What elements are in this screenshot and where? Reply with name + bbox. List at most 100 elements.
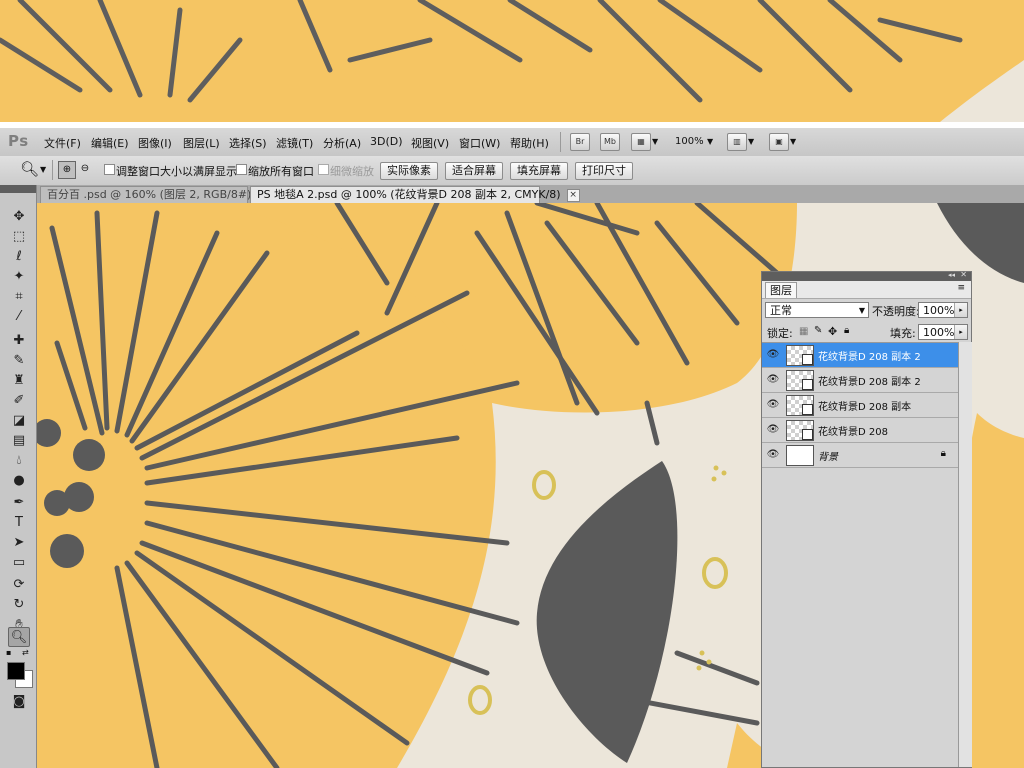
lock-pixels-icon[interactable]: ✎ xyxy=(814,325,822,336)
quick-mask-icon[interactable]: ◙ xyxy=(8,692,30,712)
layer-name: 背景 xyxy=(818,452,838,463)
layer-thumbnail xyxy=(786,370,814,391)
resize-windows-checkbox[interactable] xyxy=(104,164,115,175)
eye-icon[interactable]: 👁︎ xyxy=(766,398,780,412)
chevron-down-icon[interactable]: ▼ xyxy=(707,137,713,146)
chevron-down-icon[interactable]: ▼ xyxy=(652,137,658,146)
view-extras-icon[interactable]: ▦ xyxy=(631,133,651,151)
tab-document-2[interactable]: PS 地毯A 2.psd @ 100% (花纹背景D 208 副本 2, CMY… xyxy=(250,186,580,203)
fill-screen-button[interactable]: 填充屏幕 xyxy=(510,162,568,180)
layer-row-background[interactable]: 👁︎ 背景 🔒︎ xyxy=(762,443,958,468)
history-brush-tool-icon[interactable]: ✐ xyxy=(8,391,30,411)
layer-thumbnail xyxy=(786,420,814,441)
chevron-right-icon[interactable]: ▸ xyxy=(954,303,967,317)
actual-pixels-button[interactable]: 实际像素 xyxy=(380,162,438,180)
print-size-button[interactable]: 打印尺寸 xyxy=(575,162,633,180)
gradient-tool-icon[interactable]: ▤ xyxy=(8,431,30,451)
collapse-icon[interactable]: ◂◂ xyxy=(948,271,955,279)
layer-row[interactable]: 👁︎ 花纹背景D 208 副本 xyxy=(762,393,958,418)
lock-transparency-icon[interactable]: ▦ xyxy=(799,326,808,337)
blur-tool-icon[interactable]: 💧︎ xyxy=(8,451,30,471)
quick-selection-tool-icon[interactable]: ✦ xyxy=(8,267,30,287)
bridge-button[interactable]: Br xyxy=(570,133,590,151)
healing-brush-tool-icon[interactable]: ✚ xyxy=(8,331,30,351)
zoom-out-icon[interactable]: ⊖ xyxy=(77,161,93,177)
zoom-all-windows-checkbox[interactable] xyxy=(236,164,247,175)
resize-windows-label: 调整窗口大小以满屏显示 xyxy=(116,165,237,178)
menu-window[interactable]: 窗口(W) xyxy=(459,135,500,151)
opacity-label: 不透明度: xyxy=(872,305,920,318)
zoom-in-icon[interactable]: ⊕ xyxy=(58,161,76,179)
zoom-tool-icon[interactable]: 🔍︎ xyxy=(8,627,30,647)
mini-bridge-button[interactable]: Mb xyxy=(600,133,620,151)
path-selection-tool-icon[interactable]: ➤ xyxy=(8,533,30,553)
default-colors-icon[interactable]: ▪ xyxy=(6,648,11,657)
tab-document-1[interactable]: 百分百 .psd @ 160% (图层 2, RGB/8#) *× xyxy=(40,186,280,203)
layer-row[interactable]: 👁︎ 花纹背景D 208 副本 2 xyxy=(762,368,958,393)
crop-tool-icon[interactable]: ⌗ xyxy=(8,287,30,307)
menu-layer[interactable]: 图层(L) xyxy=(183,135,220,151)
layer-row[interactable]: 👁︎ 花纹背景D 208 副本 2 xyxy=(762,343,958,368)
menu-edit[interactable]: 编辑(E) xyxy=(91,135,129,151)
tab-label: PS 地毯A 2.psd @ 100% (花纹背景D 208 副本 2, CMY… xyxy=(257,188,561,201)
3d-orbit-tool-icon[interactable]: ↻ xyxy=(8,595,30,615)
menu-analysis[interactable]: 分析(A) xyxy=(323,135,361,151)
layers-panel: ◂◂ ✕ 图层 ≡ 正常 ▼ 不透明度: 100% ▸ 锁定: ▦ ✎ ✥ 🔒︎… xyxy=(761,270,972,768)
tools-panel-grip[interactable] xyxy=(0,185,36,193)
pen-tool-icon[interactable]: ✒ xyxy=(8,493,30,513)
close-icon[interactable]: ✕ xyxy=(960,270,967,279)
panel-menu-icon[interactable]: ≡ xyxy=(957,283,965,293)
tools-panel: ✥ ⬚ ℓ ✦ ⌗ ⁄ ✚ ✎ ♜ ✐ ◪ ▤ 💧︎ ● ✒ T ➤ ▭ ⟳ ↻… xyxy=(0,185,37,768)
close-icon[interactable]: × xyxy=(566,188,580,202)
brush-tool-icon[interactable]: ✎ xyxy=(8,351,30,371)
document-tab-bar: 百分百 .psd @ 160% (图层 2, RGB/8#) *× PS 地毯A… xyxy=(36,185,1024,204)
dodge-tool-icon[interactable]: ● xyxy=(8,471,30,491)
layers-scrollbar[interactable] xyxy=(958,342,972,767)
menu-image[interactable]: 图像(I) xyxy=(138,135,172,151)
fill-input[interactable]: 100% ▸ xyxy=(918,324,968,340)
fill-value: 100% xyxy=(923,326,955,339)
tab-layers[interactable]: 图层 xyxy=(765,282,797,298)
chevron-down-icon[interactable]: ▼ xyxy=(40,165,46,174)
menu-file[interactable]: 文件(F) xyxy=(44,135,81,151)
menu-help[interactable]: 帮助(H) xyxy=(510,135,549,151)
layer-row[interactable]: 👁︎ 花纹背景D 208 xyxy=(762,418,958,443)
zoom-tool-preset-icon[interactable]: 🔍︎ xyxy=(20,160,39,178)
eye-icon[interactable]: 👁︎ xyxy=(766,423,780,437)
eyedropper-tool-icon[interactable]: ⁄ xyxy=(8,307,30,327)
menu-filter[interactable]: 滤镜(T) xyxy=(276,135,313,151)
menu-view[interactable]: 视图(V) xyxy=(411,135,449,151)
lock-all-icon[interactable]: 🔒︎ xyxy=(844,325,849,336)
screen-mode-icon[interactable]: ▣ xyxy=(769,133,789,151)
layers-panel-header: 图层 ≡ xyxy=(762,281,971,299)
menu-select[interactable]: 选择(S) xyxy=(229,135,267,151)
opacity-input[interactable]: 100% ▸ xyxy=(918,302,968,318)
fit-screen-button[interactable]: 适合屏幕 xyxy=(445,162,503,180)
eye-icon[interactable]: 👁︎ xyxy=(766,348,780,362)
blend-mode-select[interactable]: 正常 ▼ xyxy=(765,302,869,318)
clone-stamp-tool-icon[interactable]: ♜ xyxy=(8,371,30,391)
chevron-down-icon[interactable]: ▼ xyxy=(748,137,754,146)
marquee-tool-icon[interactable]: ⬚ xyxy=(8,227,30,247)
zoom-level-select[interactable]: 100% xyxy=(675,136,704,147)
layers-panel-grip[interactable]: ◂◂ ✕ xyxy=(762,270,971,281)
chevron-down-icon[interactable]: ▼ xyxy=(790,137,796,146)
eye-icon[interactable]: 👁︎ xyxy=(766,448,780,462)
foreground-color-swatch[interactable] xyxy=(7,662,25,680)
eraser-tool-icon[interactable]: ◪ xyxy=(8,411,30,431)
move-tool-icon[interactable]: ✥ xyxy=(8,207,30,227)
chevron-right-icon[interactable]: ▸ xyxy=(954,325,967,339)
3d-rotate-tool-icon[interactable]: ⟳ xyxy=(8,575,30,595)
arrange-documents-icon[interactable]: ▥ xyxy=(727,133,747,151)
scrubby-zoom-checkbox[interactable] xyxy=(318,164,329,175)
type-tool-icon[interactable]: T xyxy=(8,513,30,533)
lasso-tool-icon[interactable]: ℓ xyxy=(8,247,30,267)
menu-3d[interactable]: 3D(D) xyxy=(370,135,403,148)
rectangle-tool-icon[interactable]: ▭ xyxy=(8,553,30,573)
chevron-down-icon: ▼ xyxy=(858,306,865,315)
eye-icon[interactable]: 👁︎ xyxy=(766,373,780,387)
options-bar: 🔍︎ ▼ ⊕ ⊖ 调整窗口大小以满屏显示 缩放所有窗口 细微缩放 实际像素 适合… xyxy=(0,156,1024,186)
lock-position-icon[interactable]: ✥ xyxy=(828,325,837,338)
layer-thumbnail xyxy=(786,445,814,466)
swap-colors-icon[interactable]: ⇄ xyxy=(22,648,29,657)
